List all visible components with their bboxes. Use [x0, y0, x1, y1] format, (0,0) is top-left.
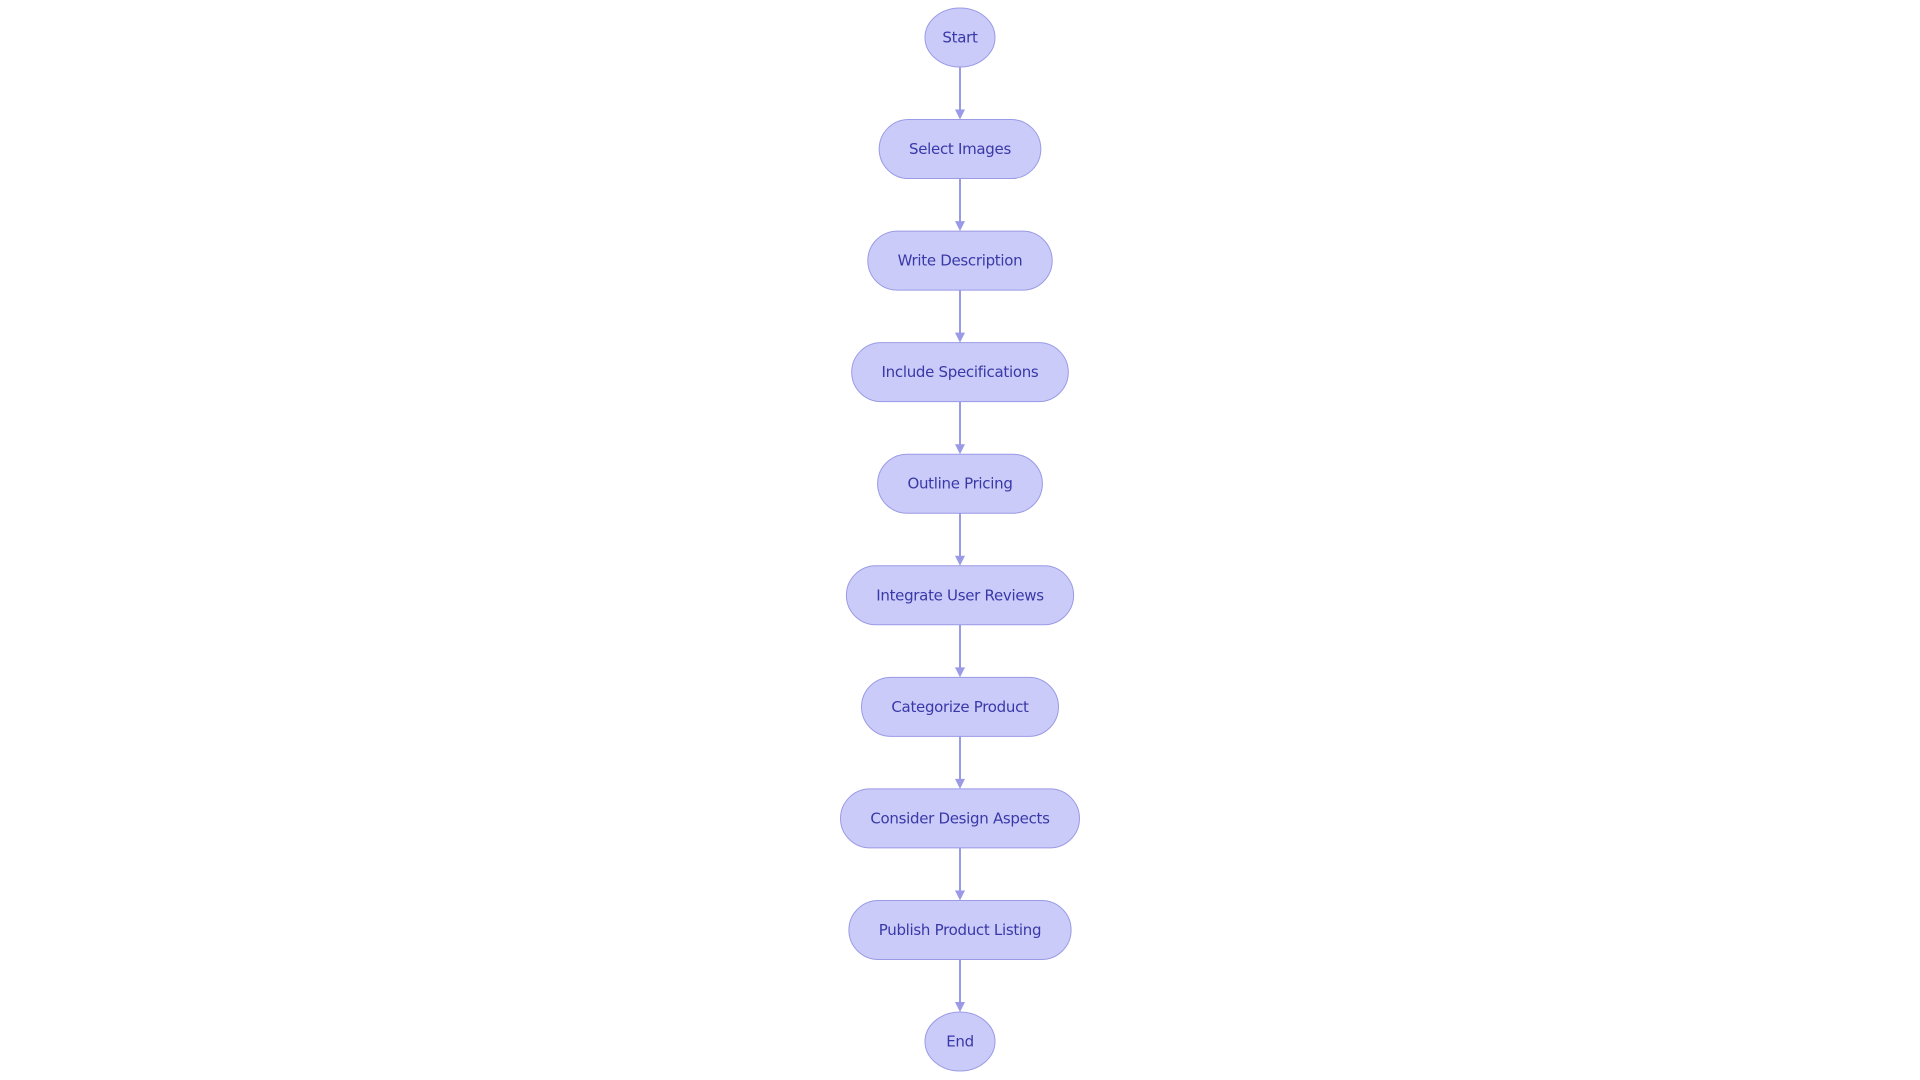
edge-write-description-to-include-specifications [955, 290, 965, 343]
node-end: End [924, 1011, 996, 1072]
arrowhead-icon [955, 555, 965, 566]
node-outline-pricing: Outline Pricing [877, 453, 1043, 514]
edge-select-images-to-write-description [955, 178, 965, 232]
edge-include-specifications-to-outline-pricing [955, 401, 965, 455]
node-integrate-user-reviews: Integrate User Reviews [845, 565, 1075, 626]
node-include-specifications: Include Specifications [851, 342, 1069, 403]
node-categorize-product: Categorize Product [861, 676, 1059, 737]
edge-start-to-select-images [955, 67, 965, 120]
flowchart-diagram: Start Select Images Write Description Inclu… [840, 7, 1080, 1072]
node-consider-design-aspects: Consider Design Aspects [840, 788, 1080, 849]
arrowhead-icon [955, 221, 965, 232]
edges-layer [955, 67, 965, 1013]
node-publish-product-listing: Publish Product Listing [848, 899, 1072, 960]
node-label: Categorize Product [891, 698, 1029, 716]
node-label: Include Specifications [882, 363, 1039, 381]
node-label: Start [942, 29, 978, 47]
node-label: End [946, 1033, 974, 1051]
node-label: Write Description [898, 252, 1023, 270]
node-label: Integrate User Reviews [876, 586, 1044, 604]
edge-publish-product-listing-to-end [955, 959, 965, 1013]
arrowhead-icon [955, 890, 965, 901]
edge-categorize-product-to-consider-design-aspects [955, 736, 965, 789]
arrowhead-icon [955, 1002, 965, 1013]
node-label: Outline Pricing [907, 475, 1012, 493]
node-start: Start [924, 7, 996, 68]
arrowhead-icon [955, 332, 965, 343]
arrowhead-icon [955, 778, 965, 789]
node-label: Consider Design Aspects [870, 809, 1050, 827]
arrowhead-icon [955, 109, 965, 120]
arrowhead-icon [955, 444, 965, 455]
node-write-description: Write Description [867, 230, 1053, 291]
node-select-images: Select Images [878, 119, 1042, 180]
edge-outline-pricing-to-integrate-user-reviews [955, 513, 965, 566]
node-label: Publish Product Listing [879, 921, 1041, 939]
edge-consider-design-aspects-to-publish-product-listing [955, 847, 965, 901]
arrowhead-icon [955, 667, 965, 678]
edge-integrate-user-reviews-to-categorize-product [955, 624, 965, 678]
node-label: Select Images [909, 140, 1011, 158]
